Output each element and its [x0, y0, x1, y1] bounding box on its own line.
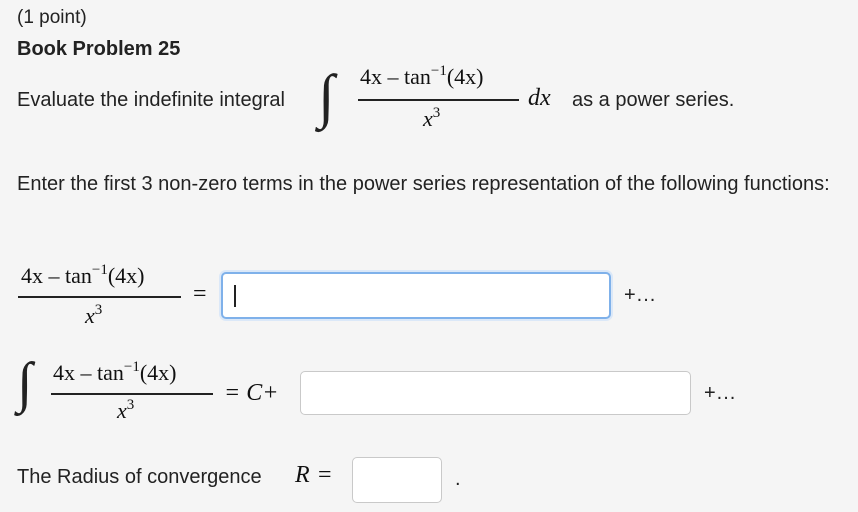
radius-input[interactable] [352, 457, 442, 503]
row1-fraction-bar [18, 296, 181, 298]
evaluate-text: Evaluate the indefinite integral [17, 89, 285, 111]
radius-variable: R [295, 462, 310, 488]
power-series-text: as a power series. [572, 89, 735, 111]
row2-denominator: x3 [117, 397, 135, 423]
radius-equals: = [318, 462, 332, 488]
dx-label: dx [528, 85, 551, 111]
integral-numerator: 4x – tan−1(4x) [360, 63, 484, 89]
points-label: (1 point) [17, 7, 87, 28]
integral-denominator: x3 [423, 105, 441, 131]
integral-sign: ∫ [318, 63, 335, 129]
row2-continuation: +... [704, 382, 737, 404]
problem-title: Book Problem 25 [17, 38, 181, 60]
row2-equals-c: = C+ [224, 380, 279, 406]
series-answer-input[interactable] [221, 272, 611, 319]
row1-denominator: x3 [85, 302, 103, 328]
row2-fraction-bar [51, 393, 213, 395]
row1-equals: = [193, 281, 207, 307]
integral-series-input[interactable] [300, 371, 691, 415]
radius-period: . [455, 468, 461, 490]
instructions-text: Enter the first 3 non-zero terms in the … [17, 173, 830, 195]
row1-numerator: 4x – tan−1(4x) [21, 262, 145, 288]
row2-numerator: 4x – tan−1(4x) [53, 359, 177, 385]
row2-integral-sign: ∫ [17, 352, 33, 414]
radius-label: The Radius of convergence [17, 466, 262, 488]
text-caret [234, 285, 236, 307]
integral-fraction-bar [358, 99, 519, 101]
row1-continuation: +... [624, 284, 657, 306]
